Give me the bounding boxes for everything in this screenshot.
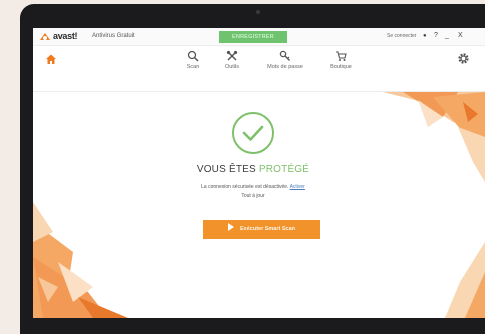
tools-icon xyxy=(226,50,238,61)
nav-item-shop[interactable]: Boutique xyxy=(323,50,359,70)
nav-label: Scan xyxy=(186,64,200,70)
status-prefix: VOUS ÊTES xyxy=(196,164,256,175)
message-text: La connexion sécurisée est désactivée. xyxy=(201,184,289,190)
minimize-button[interactable]: _ xyxy=(445,32,449,40)
nav-item-tools[interactable]: Outils xyxy=(219,50,245,70)
nav-item-scan[interactable]: Scan xyxy=(181,50,205,70)
play-icon xyxy=(227,223,234,231)
decorative-shapes-bottom-left xyxy=(33,202,128,318)
nav-label: Boutique xyxy=(330,64,352,70)
app-window: avast! Antivirus Gratuit ENREGISTRER Se … xyxy=(33,28,485,318)
decorative-shapes-bottom-right xyxy=(445,242,485,318)
webcam xyxy=(256,10,260,14)
status-protected: PROTÉGÉ xyxy=(258,164,310,175)
signin-link[interactable]: Se connecter xyxy=(387,33,416,39)
close-button[interactable]: X xyxy=(458,32,463,40)
avast-logo-icon xyxy=(40,33,50,40)
nav-label: Mots de passe xyxy=(267,64,303,70)
brand-name: avast! xyxy=(53,31,78,41)
help-button[interactable]: ? xyxy=(434,32,438,40)
chat-icon[interactable]: ● xyxy=(423,32,427,40)
key-icon xyxy=(279,50,290,61)
cart-icon xyxy=(336,51,347,61)
nav-bar: Scan Outils Mots de passe Boutique xyxy=(33,46,485,92)
main-panel: VOUS ÊTES PROTÉGÉ La connexion sécurisée… xyxy=(33,92,485,318)
nav-item-passwords[interactable]: Mots de passe xyxy=(257,50,313,70)
scan-button-label: Exécuter Smart Scan xyxy=(239,226,296,232)
activate-link[interactable]: Activer xyxy=(290,184,305,190)
protection-status: VOUS ÊTES PROTÉGÉ xyxy=(153,164,353,175)
nav-label: Outils xyxy=(224,64,240,70)
home-icon[interactable] xyxy=(45,53,57,65)
product-name: Antivirus Gratuit xyxy=(92,33,135,39)
title-bar: avast! Antivirus Gratuit ENREGISTRER Se … xyxy=(33,28,485,46)
update-status: Tout à jour xyxy=(241,193,265,199)
decorative-shapes-top-right xyxy=(383,92,485,182)
laptop-frame: avast! Antivirus Gratuit ENREGISTRER Se … xyxy=(20,4,485,334)
run-smart-scan-button[interactable]: Exécuter Smart Scan xyxy=(203,220,320,239)
register-button[interactable]: ENREGISTRER xyxy=(219,31,287,43)
secure-connection-message: La connexion sécurisée est désactivée. A… xyxy=(143,184,363,190)
gear-icon[interactable] xyxy=(457,52,470,65)
protected-check-icon xyxy=(232,112,274,154)
magnifier-icon xyxy=(187,50,199,62)
